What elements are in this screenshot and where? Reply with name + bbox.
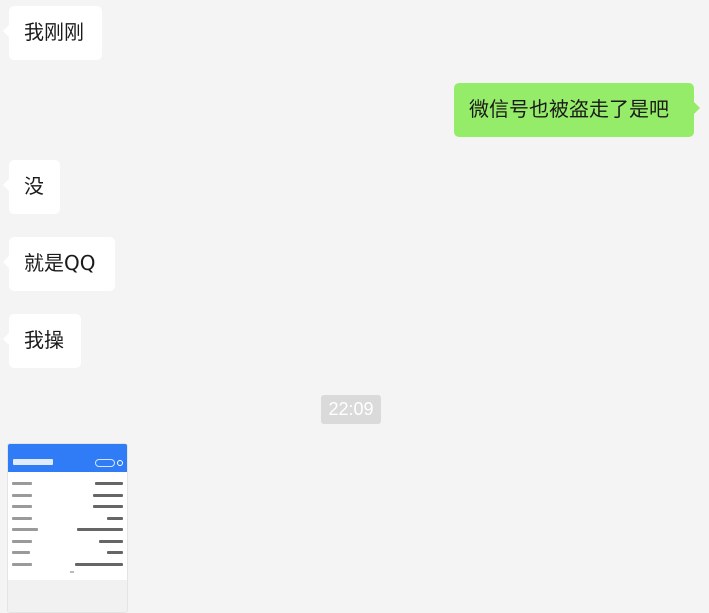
thumbnail-row [12, 478, 123, 490]
thumbnail-title-bar [8, 456, 127, 472]
message-bubble-incoming[interactable]: 我操 [3, 314, 81, 368]
thumbnail-row [12, 547, 123, 559]
thumbnail-row [12, 524, 123, 536]
message-bubble-incoming[interactable]: 我刚刚 [3, 6, 102, 60]
thumbnail-row [12, 513, 123, 525]
message-text: 就是QQ [24, 251, 96, 275]
thumbnail-status-bar [8, 444, 127, 456]
message-bubble-incoming[interactable]: 就是QQ [3, 237, 115, 291]
message-bubble-outgoing[interactable]: 微信号也被盗走了是吧 [454, 83, 700, 137]
thumbnail-expand-icon [12, 570, 123, 578]
thumbnail-content [8, 472, 127, 580]
thumbnail-row [12, 536, 123, 548]
timestamp-badge: 22:09 [321, 395, 381, 424]
thumbnail-blank-area [8, 580, 127, 612]
image-message-thumbnail[interactable] [7, 443, 128, 613]
thumbnail-close-icon [117, 460, 123, 466]
message-text: 微信号也被盗走了是吧 [469, 97, 669, 121]
thumbnail-title [13, 459, 53, 465]
message-bubble-incoming[interactable]: 没 [3, 160, 60, 214]
thumbnail-row [12, 559, 123, 571]
message-text: 我操 [24, 328, 64, 352]
message-text: 没 [24, 174, 44, 198]
thumbnail-row [12, 501, 123, 513]
thumbnail-row [12, 490, 123, 502]
thumbnail-menu-pill [95, 459, 115, 467]
message-text: 我刚刚 [24, 20, 84, 44]
